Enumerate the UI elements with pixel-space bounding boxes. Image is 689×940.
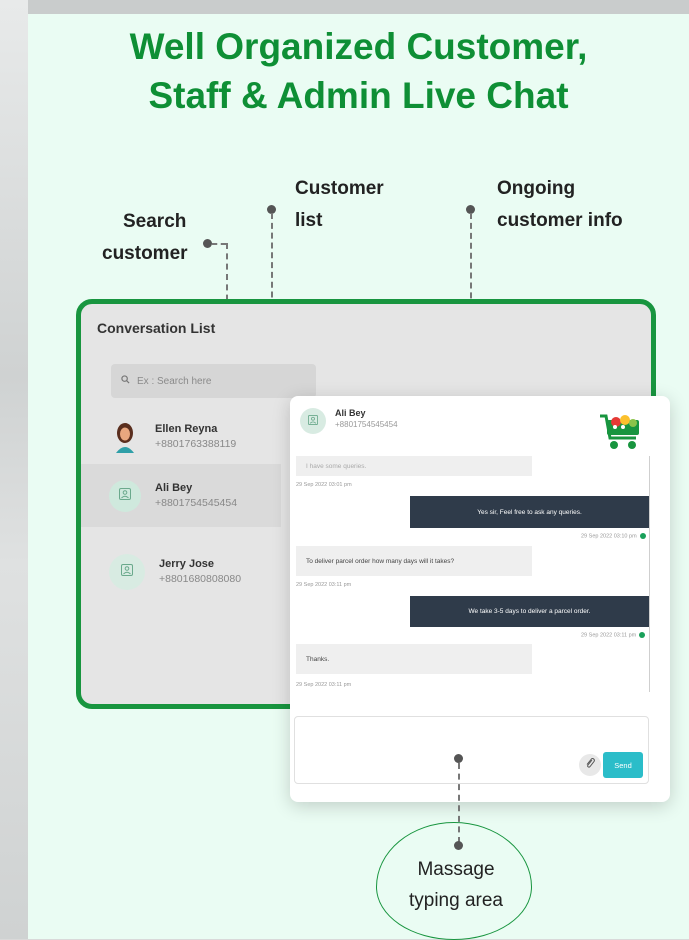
message-outgoing: We take 3-5 days to deliver a parcel ord… (410, 596, 649, 627)
send-button[interactable]: Send (603, 752, 643, 778)
callout-dot-search (203, 239, 212, 248)
message-timestamp: 29 Sep 2022 03:01 pm (296, 482, 352, 488)
avatar (109, 479, 141, 512)
connector-line (212, 243, 226, 245)
customer-phone: +8801754545454 (155, 497, 238, 509)
customer-phone: +8801680808080 (159, 573, 242, 585)
callout-search-2: customer (102, 243, 188, 264)
chat-scrollbar[interactable] (649, 456, 650, 692)
callout-search: Search (123, 211, 187, 232)
callout-customer-list: Customer (295, 178, 384, 199)
customer-name: Jerry Jose (159, 558, 215, 570)
attach-button[interactable] (579, 754, 601, 776)
chat-header-phone: +8801754545454 (335, 420, 398, 429)
avatar (300, 408, 326, 434)
read-check-icon (639, 533, 646, 539)
message-timestamp: 29 Sep 2022 03:11 pm (296, 682, 352, 688)
background-top (0, 0, 689, 14)
callout-dot-typing (454, 754, 463, 763)
chat-header: Ali Bey +8801754545454 (300, 408, 398, 434)
grocery-cart-logo (590, 408, 646, 459)
message-timestamp: 29 Sep 2022 03:10 pm (581, 533, 646, 539)
search-placeholder: Ex : Search here (137, 375, 212, 387)
message-timestamp: 29 Sep 2022 03:11 pm (581, 632, 646, 638)
search-icon (121, 375, 130, 387)
user-placeholder-icon (121, 563, 133, 581)
customer-row-active[interactable]: Ali Bey +8801754545454 (81, 464, 281, 527)
callout-ongoing-info-2: customer info (497, 210, 623, 231)
headline-line-2: Staff & Admin Live Chat (148, 75, 569, 116)
chat-header-name: Ali Bey (335, 408, 366, 418)
paperclip-icon (584, 756, 596, 774)
headline: Well Organized Customer, Staff & Admin L… (28, 22, 689, 120)
message-outgoing: Yes sir, Feel free to ask any queries. (410, 496, 649, 528)
avatar (109, 421, 141, 453)
callout-customer-list-2: list (295, 210, 323, 231)
callout-ongoing-info: Ongoing (497, 178, 576, 199)
message-incoming: Thanks. (296, 644, 532, 674)
message-timestamp: 29 Sep 2022 03:11 pm (296, 582, 352, 588)
callout-typing-area: Massage typing area (408, 859, 503, 911)
chat-window: Ali Bey +8801754545454 I have some queri… (290, 396, 670, 802)
background-left (0, 0, 28, 939)
message-incoming: To deliver parcel order how many days wi… (296, 546, 532, 576)
headline-line-1: Well Organized Customer, (129, 26, 588, 67)
customer-name: Ellen Reyna (155, 423, 218, 435)
customer-phone: +8801763388119 (155, 438, 237, 450)
read-check-icon (639, 632, 646, 638)
user-placeholder-icon (308, 412, 318, 430)
search-input[interactable]: Ex : Search here (111, 364, 316, 398)
message-incoming: I have some queries. (296, 456, 532, 476)
avatar (109, 553, 145, 590)
conversation-list-title: Conversation List (97, 320, 216, 336)
customer-name: Ali Bey (155, 482, 193, 494)
user-placeholder-icon (119, 487, 131, 505)
